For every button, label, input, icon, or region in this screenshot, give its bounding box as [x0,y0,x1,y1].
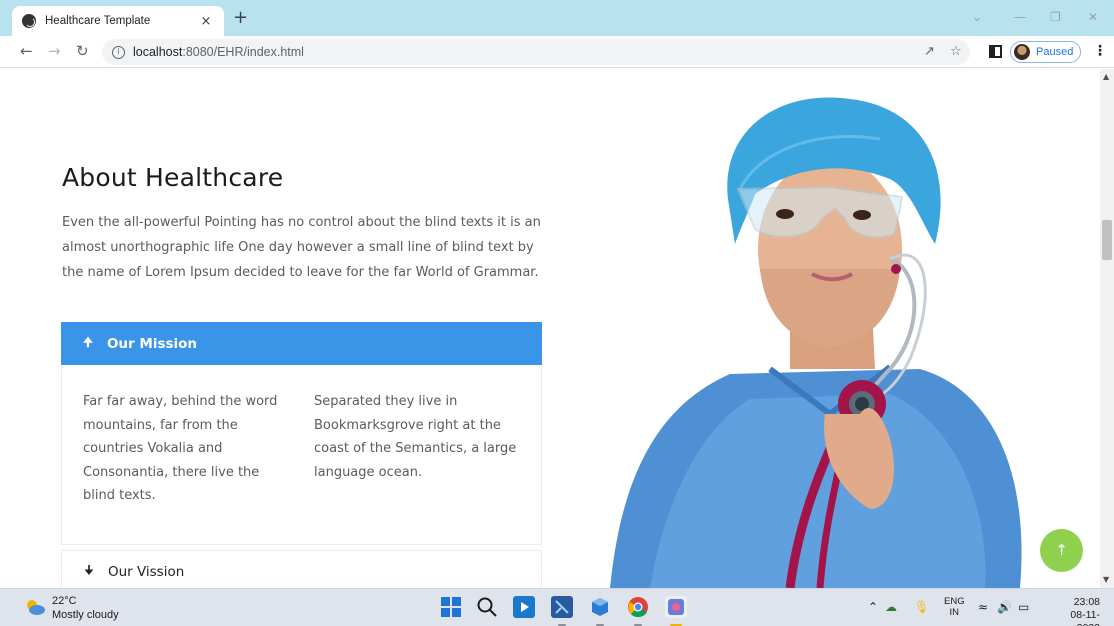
globe-icon [22,14,36,28]
chevron-down-icon[interactable]: ⌄ [972,10,982,24]
page-scrollbar[interactable]: ▲ ▼ [1100,69,1114,588]
tab-title: Healthcare Template [45,15,151,27]
accordion-label: Our Vission [107,563,185,580]
scroll-up-icon[interactable]: ▲ [1103,72,1109,81]
info-icon[interactable]: i [112,45,125,59]
forward-icon[interactable]: → [48,43,61,59]
weather-temperature: 22°C [52,595,77,607]
close-icon[interactable]: ✕ [1088,10,1098,24]
url-path: :8080/EHR/index.html [182,45,304,59]
more-menu-icon[interactable]: ⋮ [1093,43,1107,59]
accordion-our-vission[interactable]: 🠋 Our Vission [61,550,542,588]
volume-icon[interactable]: 🔊 [997,600,1012,614]
arrow-up-icon: 🠉 [83,335,93,349]
clock-time: 23:08 [1073,596,1100,608]
security-icon[interactable]: ☁ [885,600,897,614]
battery-icon[interactable]: ▭ [1018,600,1029,614]
back-icon[interactable]: ← [20,43,33,59]
tab-close-icon[interactable]: × [198,14,214,29]
profile-label: Paused [1036,46,1074,58]
mission-text-column-1: Far far away, behind the word mountains,… [83,394,278,503]
browser-tabstrip: Healthcare Template × + ⌄ — ❐ ✕ [0,0,1114,36]
snipping-tool-icon[interactable] [665,596,687,618]
reload-icon[interactable]: ↻ [76,43,89,59]
side-panel-icon[interactable] [989,45,1002,58]
search-icon[interactable] [476,596,498,618]
star-icon[interactable]: ☆ [950,44,962,59]
mission-text-column-2: Separated they live in Bookmarksgrove ri… [314,394,517,480]
arrow-down-icon: 🠋 [84,563,94,577]
weather-icon[interactable] [24,598,46,616]
chrome-icon[interactable] [627,596,649,618]
minimize-icon[interactable]: — [1014,10,1026,24]
avatar [1014,44,1030,60]
browser-toolbar: ← → ↻ i localhost:8080/EHR/index.html ↗ … [0,36,1114,68]
accordion-label: Our Mission [106,335,198,352]
new-tab-button[interactable]: + [233,9,248,27]
region-code: IN [949,607,960,618]
system-clock[interactable]: 23:08 08-11-2022 [1048,596,1100,626]
url-host: localhost [133,45,183,59]
chevron-up-icon[interactable]: ⌃ [868,600,878,614]
accordion-our-mission[interactable]: 🠉 Our Mission [61,322,542,365]
windows-start-icon[interactable] [440,596,462,618]
page-content: About Healthcare Even the all-powerful P… [0,69,1100,588]
microphone-icon[interactable]: 🎙 [914,600,929,614]
restore-icon[interactable]: ❐ [1050,10,1061,24]
share-icon[interactable]: ↗ [924,44,935,59]
page-title: About Healthcare [62,163,284,192]
windows-taskbar: 22°C Mostly cloudy ⌃ ☁ 🎙 ENG IN ≈ 🔊 ▭ 23… [0,588,1114,626]
wifi-icon[interactable]: ≈ [978,600,988,614]
nurse-image [610,97,1022,588]
language-code: ENG [944,596,965,607]
clock-date: 08-11-2022 [1070,609,1100,626]
arrow-up-icon: ↑ [1055,541,1068,559]
about-paragraph: Even the all-powerful Pointing has no co… [62,215,541,280]
package-app-icon[interactable] [589,596,611,618]
back-to-top-button[interactable]: ↑ [1040,529,1083,572]
editor-app-icon[interactable] [551,596,573,618]
accordion-panel: Far far away, behind the word mountains,… [61,365,542,545]
browser-tab[interactable]: Healthcare Template × [12,6,224,36]
language-indicator[interactable]: ENG IN [944,596,965,618]
scroll-down-icon[interactable]: ▼ [1103,575,1109,584]
profile-button[interactable]: Paused [1010,41,1081,63]
scroll-thumb[interactable] [1102,220,1112,260]
address-bar[interactable]: i localhost:8080/EHR/index.html ↗ ☆ [102,39,970,65]
media-player-icon[interactable] [513,596,535,618]
weather-description: Mostly cloudy [52,609,119,621]
